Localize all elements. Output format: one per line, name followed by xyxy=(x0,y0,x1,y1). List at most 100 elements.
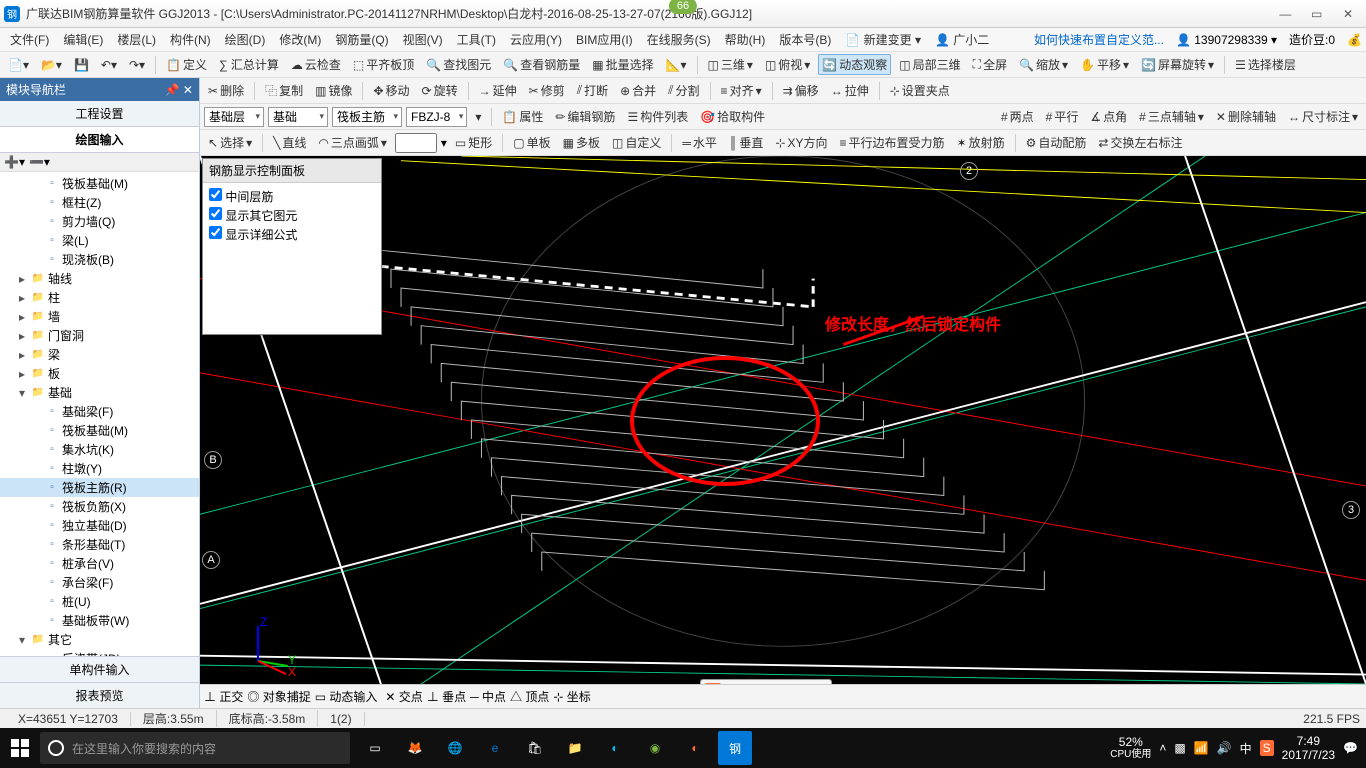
tree-item[interactable]: ▫基础梁(F) xyxy=(0,402,199,421)
split-button[interactable]: ⫽ 分割 xyxy=(664,80,703,101)
ime-skin-icon[interactable]: 👕 xyxy=(789,683,805,685)
save-button[interactable]: 💾 xyxy=(70,56,93,74)
credits-icon[interactable]: 💰 xyxy=(1347,33,1362,47)
tree-folder[interactable]: ▾📁基础 xyxy=(0,383,199,402)
floor-combo[interactable]: 基础层 xyxy=(204,107,264,127)
code-combo[interactable]: FBZJ-8 xyxy=(406,107,467,127)
parallel-button[interactable]: # 平行 xyxy=(1042,106,1083,127)
rebar-opt-other[interactable]: 显示其它图元 xyxy=(209,206,375,225)
rect-button[interactable]: ▭ 矩形 xyxy=(451,132,496,153)
tree-folder[interactable]: ▸📁梁 xyxy=(0,345,199,364)
tree-item[interactable]: ▫集水坑(K) xyxy=(0,440,199,459)
break-button[interactable]: ⫽ 打断 xyxy=(573,80,612,101)
menu-rebar[interactable]: 钢筋量(Q) xyxy=(329,29,394,50)
menu-bim[interactable]: BIM应用(I) xyxy=(570,29,639,50)
redo-button[interactable]: ↷▾ xyxy=(125,56,149,74)
tab-report-preview[interactable]: 报表预览 xyxy=(0,682,199,708)
dyn-input-button[interactable]: ▭ 动态输入 xyxy=(315,688,378,705)
viewport[interactable]: 钢筋显示控制面板 中间层筋 显示其它图元 显示详细公式 xyxy=(200,156,1366,684)
three-axis-button[interactable]: # 三点辅轴 ▾ xyxy=(1135,106,1208,127)
tree-item[interactable]: ▫独立基础(D) xyxy=(0,516,199,535)
tray-notifications-icon[interactable]: 💬 xyxy=(1343,741,1358,755)
dim-mark-button[interactable]: ↔ 尺寸标注 ▾ xyxy=(1284,106,1362,127)
explorer-icon[interactable]: 📁 xyxy=(558,731,592,765)
rotate-button[interactable]: ⟳ 旋转 xyxy=(418,80,462,101)
tray-clock[interactable]: 7:49 2017/7/23 xyxy=(1282,734,1335,763)
menu-draw[interactable]: 绘图(D) xyxy=(219,29,272,50)
pick-component-button[interactable]: 🎯 拾取构件 xyxy=(696,106,769,127)
menu-version[interactable]: 版本号(B) xyxy=(773,29,837,50)
menu-edit[interactable]: 编辑(E) xyxy=(57,29,109,50)
batch-select-button[interactable]: ▦ 批量选择 xyxy=(588,54,657,75)
menu-help[interactable]: 帮助(H) xyxy=(719,29,772,50)
cpu-meter[interactable]: 52% CPU使用 xyxy=(1110,736,1151,760)
user-indicator[interactable]: 👤 广小二 xyxy=(929,29,995,50)
set-pivot-button[interactable]: ⊹ 设置夹点 xyxy=(886,80,954,101)
tab-draw-input[interactable]: 绘图输入 xyxy=(0,127,199,153)
cloud-check-button[interactable]: ☁ 云检查 xyxy=(287,54,345,75)
firefox-icon[interactable]: 🦊 xyxy=(398,731,432,765)
tray-ime-icon[interactable]: S xyxy=(1260,740,1274,756)
tree-item[interactable]: ▫基础板带(W) xyxy=(0,611,199,630)
tray-volume-icon[interactable]: 🔊 xyxy=(1217,741,1232,755)
tree-folder[interactable]: ▸📁柱 xyxy=(0,288,199,307)
component-tree[interactable]: ▫筏板基础(M)▫框柱(Z)▫剪力墙(Q)▫梁(L)▫现浇板(B)▸📁轴线▸📁柱… xyxy=(0,172,199,656)
tree-item[interactable]: ▫梁(L) xyxy=(0,231,199,250)
close-button[interactable]: ✕ xyxy=(1334,7,1362,21)
expand-icon[interactable]: ➕▾ xyxy=(4,155,25,169)
del-axis-button[interactable]: ✕ 删除辅轴 xyxy=(1212,106,1280,127)
select-button[interactable]: ↖ 选择 ▾ xyxy=(204,132,256,153)
vertical-button[interactable]: ║ 垂直 xyxy=(725,132,768,153)
move-button[interactable]: ✥ 移动 xyxy=(369,80,413,101)
ime-bar[interactable]: S 英 🎤 ⌨ 👕 🔧 xyxy=(700,679,832,684)
ime-tool-icon[interactable]: 🔧 xyxy=(811,683,827,685)
tray-lang-icon[interactable]: 中 xyxy=(1240,740,1252,757)
vertex-button[interactable]: △ 顶点 xyxy=(510,688,549,705)
new-change-button[interactable]: 📄 新建变更 ▾ xyxy=(839,29,927,50)
find-elem-button[interactable]: 🔍 查找图元 xyxy=(422,54,495,75)
menu-cloud[interactable]: 云应用(Y) xyxy=(504,29,568,50)
menu-component[interactable]: 构件(N) xyxy=(164,29,217,50)
tab-single-input[interactable]: 单构件输入 xyxy=(0,656,199,682)
rebar-opt-mid[interactable]: 中间层筋 xyxy=(209,187,375,206)
perpend-button[interactable]: ⊥ 垂点 xyxy=(427,688,466,705)
copy-button[interactable]: ⿻ 复制 xyxy=(261,80,307,101)
ime-lang-label[interactable]: 英 xyxy=(727,682,739,684)
midpoint-button[interactable]: ─ 中点 xyxy=(470,688,506,705)
tree-item[interactable]: ▫桩承台(V) xyxy=(0,554,199,573)
help-link[interactable]: 如何快速布置自定义范... xyxy=(1034,31,1164,48)
intersect-button[interactable]: ✕ 交点 xyxy=(385,688,422,705)
fullscreen-button[interactable]: ⛶ 全屏 xyxy=(969,54,1011,75)
notification-badge[interactable]: 66 xyxy=(669,0,697,14)
trim-button[interactable]: ✂ 修剪 xyxy=(525,80,569,101)
view-rebar-button[interactable]: 🔍 查看钢筋量 xyxy=(499,54,584,75)
app-icon-active[interactable]: 钢 xyxy=(718,731,752,765)
start-button[interactable] xyxy=(0,739,40,757)
task-view-icon[interactable]: ▭ xyxy=(358,731,392,765)
ime-voice-icon[interactable]: 🎤 xyxy=(745,683,761,685)
ortho-button[interactable]: ⊥ 正交 xyxy=(204,688,243,705)
radial-button[interactable]: ✶ 放射筋 xyxy=(953,132,1009,153)
delete-button[interactable]: ✂ 删除 xyxy=(204,80,248,101)
tree-item[interactable]: ▫筏板基础(M) xyxy=(0,174,199,193)
tree-item[interactable]: ▫承台梁(F) xyxy=(0,573,199,592)
component-list-button[interactable]: ☰ 构件列表 xyxy=(623,106,692,127)
tree-folder[interactable]: ▾📁其它 xyxy=(0,630,199,649)
line-button[interactable]: ╲ 直线 xyxy=(269,132,310,153)
tree-item[interactable]: ▫后浇带(JD) xyxy=(0,649,199,656)
type-combo[interactable]: 基础 xyxy=(268,107,328,127)
menu-floor[interactable]: 楼层(L) xyxy=(111,29,162,50)
local-3d-button[interactable]: ◫ 局部三维 xyxy=(895,54,964,75)
custom-button[interactable]: ◫ 自定义 xyxy=(608,132,665,153)
tree-item[interactable]: ▫筏板负筋(X) xyxy=(0,497,199,516)
tree-folder[interactable]: ▸📁墙 xyxy=(0,307,199,326)
two-point-button[interactable]: # 两点 xyxy=(997,106,1038,127)
tree-item[interactable]: ▫柱墩(Y) xyxy=(0,459,199,478)
minimize-button[interactable]: — xyxy=(1271,7,1299,21)
3d-button[interactable]: ◫ 三维 ▾ xyxy=(704,54,757,75)
merge-button[interactable]: ⊕ 合并 xyxy=(616,80,660,101)
tree-item[interactable]: ▫桩(U) xyxy=(0,592,199,611)
draw-value-input[interactable] xyxy=(395,133,437,153)
tab-project-settings[interactable]: 工程设置 xyxy=(0,101,199,127)
collapse-icon[interactable]: ➖▾ xyxy=(29,155,50,169)
